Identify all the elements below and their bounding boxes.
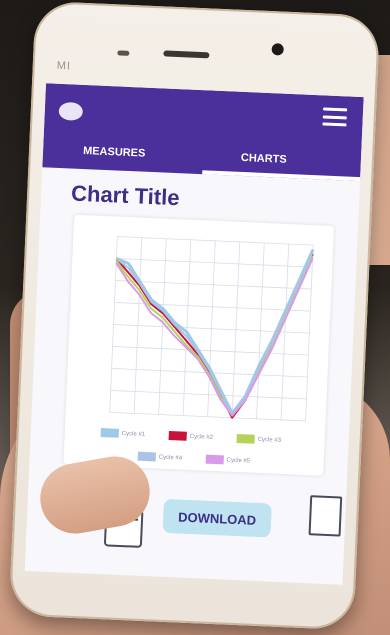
legend-item: Cycle #5 xyxy=(205,454,251,466)
legend-swatch xyxy=(100,428,119,438)
legend-swatch xyxy=(168,430,187,441)
tab-charts[interactable]: CHARTS xyxy=(241,152,287,166)
app-logo-icon xyxy=(58,101,84,121)
tab-measures[interactable]: MEASURES xyxy=(83,145,146,160)
app-bar: MEASURES CHARTS xyxy=(42,83,364,182)
legend-item: Cycle #4 xyxy=(137,451,183,463)
smartphone: MI MEASURES CHARTS Chart Title Cycle #1 C… xyxy=(8,0,381,631)
legend-swatch xyxy=(236,433,255,444)
legend-label: Cycle #4 xyxy=(158,454,183,462)
legend-item: Cycle #2 xyxy=(168,430,214,442)
active-tab-indicator xyxy=(202,170,361,182)
sensor xyxy=(117,50,130,56)
chart-card: Cycle #1 Cycle #2 Cycle #3 Cycle #4 Cycle #5 xyxy=(63,214,335,476)
legend-label: Cycle #2 xyxy=(189,433,214,441)
earpiece-speaker xyxy=(163,50,210,59)
legend-swatch xyxy=(137,451,156,462)
brand-logo: MI xyxy=(56,59,72,73)
legend-label: Cycle #5 xyxy=(226,457,251,465)
document-list-icon[interactable] xyxy=(308,495,343,537)
legend-swatch xyxy=(205,454,224,465)
chart-title: Chart Title xyxy=(70,180,181,211)
photo-background: MI MEASURES CHARTS Chart Title Cycle #1 C… xyxy=(0,0,390,635)
legend-label: Cycle #3 xyxy=(257,436,282,444)
download-button[interactable]: DOWNLOAD xyxy=(162,498,272,538)
hamburger-menu-icon[interactable] xyxy=(322,107,348,127)
legend-item: Cycle #1 xyxy=(100,428,146,439)
legend-label: Cycle #1 xyxy=(121,430,146,438)
front-camera xyxy=(271,43,284,56)
legend-item: Cycle #3 xyxy=(236,433,282,445)
